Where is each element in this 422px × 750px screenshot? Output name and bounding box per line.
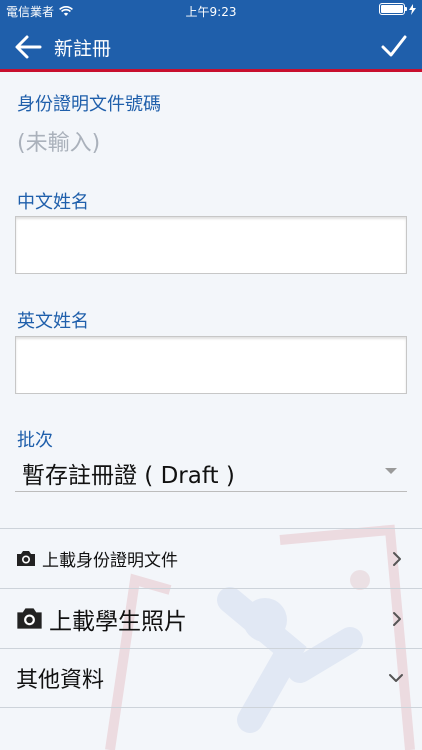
chevron-down-icon (389, 674, 403, 682)
camera-icon (17, 551, 35, 566)
nav-bar: 新註冊 (0, 22, 422, 72)
status-right (379, 3, 416, 15)
id-doc-value[interactable]: (未輸入) (17, 125, 100, 157)
chinese-name-label: 中文姓名 (17, 192, 89, 213)
english-name-label: 英文姓名 (17, 311, 89, 332)
english-name-input[interactable] (15, 336, 407, 394)
upload-id-label: 上載身份證明文件 (42, 551, 178, 571)
charging-icon (409, 3, 416, 15)
status-bar: 電信業者 上午9:23 (0, 0, 422, 22)
chevron-right-icon (393, 612, 401, 626)
other-info-row[interactable]: 其他資料 (0, 648, 422, 708)
chevron-right-icon (393, 552, 401, 566)
batch-label: 批次 (17, 430, 53, 451)
id-doc-label: 身份證明文件號碼 (17, 94, 161, 115)
checkmark-icon[interactable] (380, 32, 408, 60)
upload-id-row[interactable]: 上載身份證明文件 (0, 528, 422, 588)
upload-photo-label: 上載學生照片 (49, 608, 187, 635)
page-title: 新註冊 (54, 38, 112, 60)
batch-select[interactable]: 暫存註冊證 ( Draft ) (15, 454, 407, 492)
battery-icon (379, 3, 407, 15)
back-arrow-icon[interactable] (14, 34, 42, 60)
other-info-label: 其他資料 (16, 668, 105, 693)
chinese-name-input[interactable] (15, 216, 407, 274)
status-time: 上午9:23 (185, 5, 237, 19)
batch-selected-value: 暫存註冊證 ( Draft ) (22, 463, 235, 489)
dropdown-caret-icon (385, 468, 397, 474)
camera-icon (17, 608, 42, 629)
upload-photo-row[interactable]: 上載學生照片 (0, 588, 422, 648)
